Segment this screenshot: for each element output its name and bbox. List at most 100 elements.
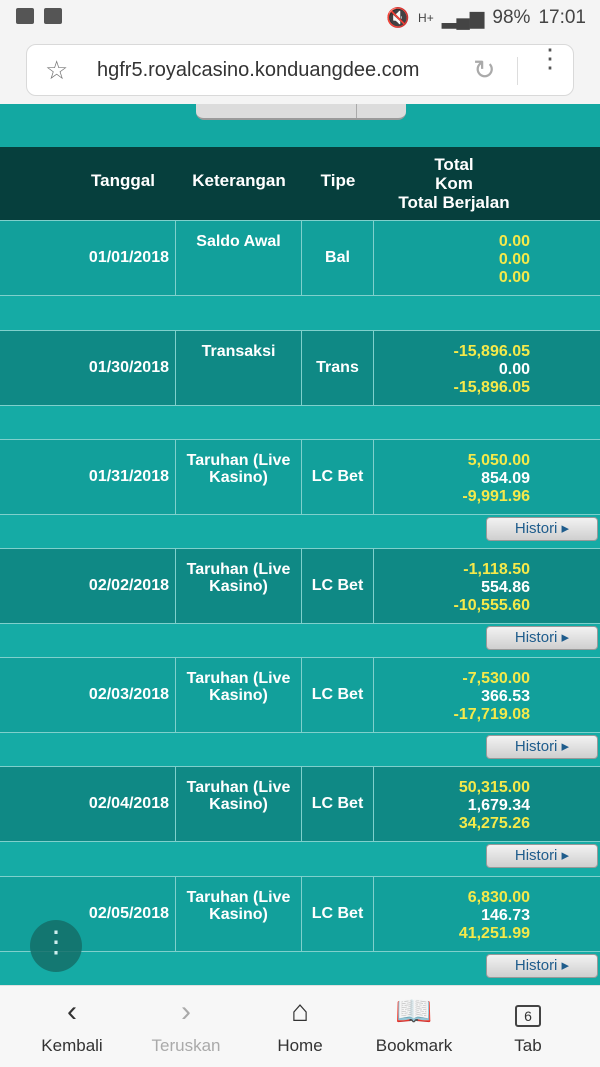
histori-button[interactable]: Histori ▸ <box>486 626 598 650</box>
signal-icon: ▂▄▆ <box>441 7 485 29</box>
url-text[interactable]: hgfr5.royalcasino.konduangdee.com <box>97 59 419 82</box>
row-date: 02/03/2018 <box>0 658 176 732</box>
row-date: 01/30/2018 <box>0 331 176 405</box>
row-kom: 854.09 <box>481 470 530 487</box>
histori-button[interactable]: Histori ▸ <box>486 517 598 541</box>
row-total: 5,050.00 <box>467 452 530 469</box>
back-icon: ‹ <box>67 995 77 1028</box>
row-desc: Saldo Awal <box>176 221 302 295</box>
more-icon[interactable]: ⋮ <box>537 45 563 71</box>
header-desc: Keterangan <box>192 171 286 190</box>
status-bar: 🔇 H+ ▂▄▆ 98% 17:01 <box>0 0 600 36</box>
forward-label: Teruskan <box>151 1036 221 1055</box>
row-total: -1,118.50 <box>463 561 530 578</box>
top-button[interactable] <box>196 104 406 120</box>
divider <box>517 57 518 85</box>
row-values: 6,830.00 146.73 41,251.99 <box>374 877 530 951</box>
home-icon: ⌂ <box>290 995 310 1028</box>
row-type: LC Bet <box>302 767 374 841</box>
more-options-button[interactable]: ⋮ <box>30 920 82 972</box>
header-total: Total <box>434 155 474 174</box>
table-row: 02/03/2018 Taruhan (Live Kasino) LC Bet … <box>0 657 600 733</box>
row-type: LC Bet <box>302 549 374 623</box>
back-button[interactable]: ‹ Kembali <box>12 994 132 1056</box>
table-row: 02/05/2018 Taruhan (Live Kasino) LC Bet … <box>0 876 600 952</box>
messenger-icon <box>44 8 62 24</box>
row-running: -10,555.60 <box>453 597 530 614</box>
row-running: -17,719.08 <box>453 706 530 723</box>
histori-button[interactable]: Histori ▸ <box>486 844 598 868</box>
row-desc: Taruhan (Live Kasino) <box>176 549 302 623</box>
row-date: 01/31/2018 <box>0 440 176 514</box>
row-date: 01/01/2018 <box>0 221 176 295</box>
bottom-nav: ‹ Kembali › Teruskan ⌂ Home 📖 Bookmark 6… <box>0 985 600 1067</box>
header-type: Tipe <box>320 171 356 190</box>
row-running: 34,275.26 <box>458 815 530 832</box>
mute-icon: 🔇 <box>386 8 411 29</box>
table-row: 01/31/2018 Taruhan (Live Kasino) LC Bet … <box>0 439 600 515</box>
row-total: 6,830.00 <box>467 889 530 906</box>
gallery-icon <box>16 8 34 24</box>
reload-icon[interactable]: ↻ <box>473 55 496 86</box>
row-values: -15,896.05 0.00 -15,896.05 <box>374 331 530 405</box>
row-type: LC Bet <box>302 877 374 951</box>
back-label: Kembali <box>41 1036 103 1055</box>
row-running: 41,251.99 <box>458 925 530 942</box>
row-total: 0.00 <box>498 233 530 250</box>
row-running: -15,896.05 <box>453 379 530 396</box>
row-total: 50,315.00 <box>458 779 530 796</box>
row-date: 02/05/2018 <box>0 877 176 951</box>
home-button[interactable]: ⌂ Home <box>240 994 360 1056</box>
row-footer: Histori ▸ <box>0 952 600 985</box>
row-values: 50,315.00 1,679.34 34,275.26 <box>374 767 530 841</box>
row-kom: 1,679.34 <box>467 797 530 814</box>
bookmark-button[interactable]: 📖 Bookmark <box>354 994 474 1056</box>
row-footer <box>0 296 600 330</box>
header-date: Tanggal <box>91 171 155 190</box>
header-kom: Kom <box>435 174 473 193</box>
row-running: -9,991.96 <box>462 488 530 505</box>
row-kom: 0.00 <box>498 251 530 268</box>
address-bar[interactable]: ☆ hgfr5.royalcasino.konduangdee.com ↻ ⋮ <box>26 44 574 96</box>
row-footer: Histori ▸ <box>0 624 600 658</box>
table-row: 01/30/2018 Transaksi Trans -15,896.05 0.… <box>0 330 600 406</box>
row-type: Bal <box>302 221 374 295</box>
row-footer <box>0 406 600 440</box>
row-kom: 146.73 <box>481 907 530 924</box>
row-footer: Histori ▸ <box>0 842 600 876</box>
row-desc: Taruhan (Live Kasino) <box>176 440 302 514</box>
battery-level: 98% <box>492 7 531 28</box>
header-totals: Total Kom Total Berjalan <box>374 155 534 212</box>
clock: 17:01 <box>538 7 586 28</box>
forward-button[interactable]: › Teruskan <box>126 994 246 1056</box>
table-row: 01/01/2018 Saldo Awal Bal 0.00 0.00 0.00 <box>0 220 600 296</box>
histori-button[interactable]: Histori ▸ <box>486 954 598 978</box>
row-date: 02/04/2018 <box>0 767 176 841</box>
table-header: Tanggal Keterangan Tipe Total Kom Total … <box>0 147 600 220</box>
row-running: 0.00 <box>498 269 530 286</box>
home-label: Home <box>277 1036 323 1055</box>
row-values: -1,118.50 554.86 -10,555.60 <box>374 549 530 623</box>
row-desc: Taruhan (Live Kasino) <box>176 767 302 841</box>
tab-label: Tab <box>514 1036 542 1055</box>
row-type: Trans <box>302 331 374 405</box>
star-icon[interactable]: ☆ <box>45 55 68 86</box>
header-running: Total Berjalan <box>398 193 510 212</box>
row-values: -7,530.00 366.53 -17,719.08 <box>374 658 530 732</box>
row-total: -15,896.05 <box>453 343 530 360</box>
tab-count: 6 <box>515 1005 541 1027</box>
network-type: H+ <box>418 11 434 25</box>
bookmark-icon: 📖 <box>395 995 433 1028</box>
histori-button[interactable]: Histori ▸ <box>486 735 598 759</box>
tab-button[interactable]: 6 Tab <box>468 994 588 1056</box>
table-row: 02/02/2018 Taruhan (Live Kasino) LC Bet … <box>0 548 600 624</box>
table-row: 02/04/2018 Taruhan (Live Kasino) LC Bet … <box>0 766 600 842</box>
row-date: 02/02/2018 <box>0 549 176 623</box>
page-content: Tanggal Keterangan Tipe Total Kom Total … <box>0 104 600 985</box>
row-footer: Histori ▸ <box>0 733 600 767</box>
row-type: LC Bet <box>302 658 374 732</box>
row-kom: 366.53 <box>481 688 530 705</box>
row-values: 5,050.00 854.09 -9,991.96 <box>374 440 530 514</box>
bookmark-label: Bookmark <box>375 1036 453 1055</box>
forward-icon: › <box>181 995 191 1028</box>
